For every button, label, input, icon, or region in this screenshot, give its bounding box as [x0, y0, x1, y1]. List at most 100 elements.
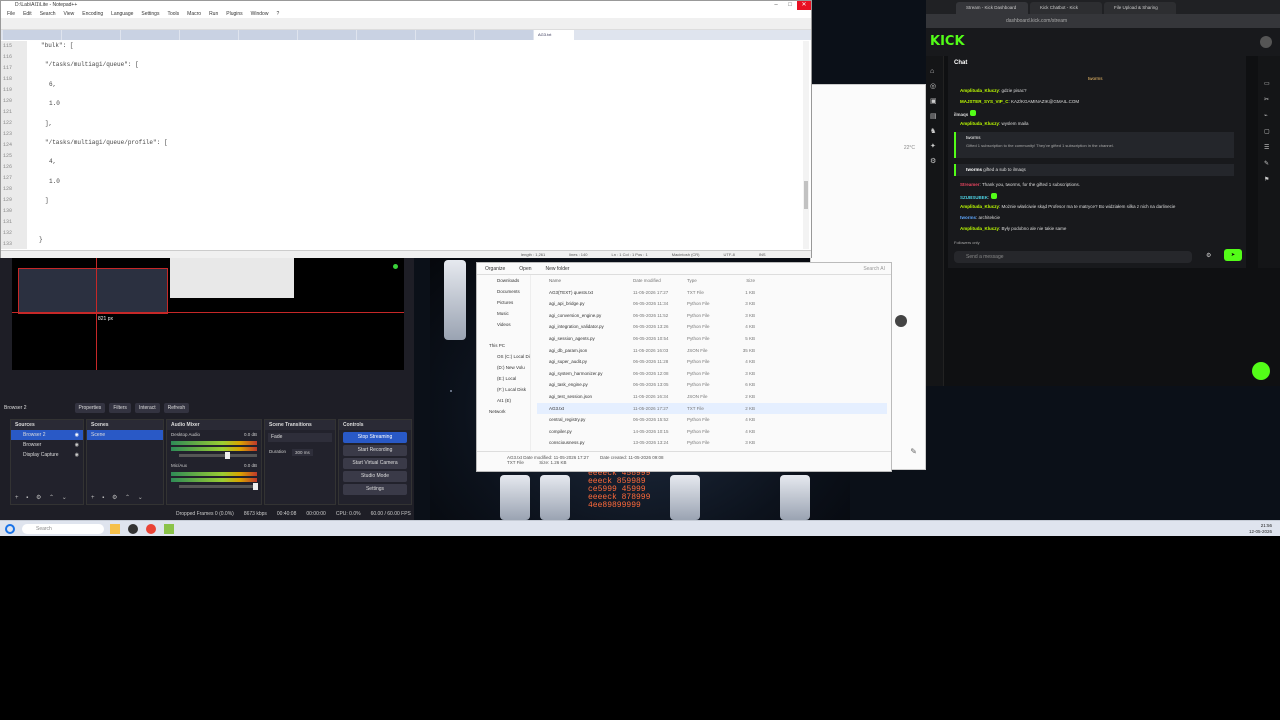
scene-item[interactable]: Scene	[87, 430, 163, 440]
explorer-search-box[interactable]: Search AI	[863, 263, 885, 274]
dashboard-tool-icons[interactable]: ▭ ✂ ⌁ ▢ ☰ ✎ ⚑	[1264, 76, 1274, 188]
scene-controls[interactable]: + ▪ ⚙ ⌃ ⌄	[91, 494, 146, 501]
nav-item-drive[interactable]: AI1 (E)	[477, 395, 530, 406]
send-button[interactable]: ➤	[1224, 249, 1242, 261]
menu-macro[interactable]: Macro	[187, 10, 201, 18]
minimize-button[interactable]: –	[769, 1, 783, 10]
file-row[interactable]: compiler.py 14-05-2026 10:15 Python File 4 …	[537, 426, 887, 438]
nav-item-drive[interactable]: (E:) Local	[477, 373, 530, 384]
duration-input[interactable]: 300 ms	[292, 449, 313, 456]
file-row[interactable]: agi_test_session.json 11-05-2026 16:34 JSO…	[537, 391, 887, 403]
source-item[interactable]: Browser 2 ◉	[11, 430, 83, 440]
menu-plugins[interactable]: Plugins	[226, 10, 242, 18]
menu-run[interactable]: Run	[209, 10, 218, 18]
column-name[interactable]: Name	[537, 275, 633, 287]
eye-icon[interactable]: ◉	[75, 430, 79, 440]
browser-tab[interactable]: File Upload & Sharing	[1104, 2, 1176, 14]
nav-item-drive[interactable]: (F:) Local Disk	[477, 384, 530, 395]
nav-item-downloads[interactable]: Downloads	[477, 275, 530, 286]
nav-item-drive[interactable]: (D:) New Volu	[477, 362, 530, 373]
chat-settings-icon[interactable]: ⚙	[1206, 252, 1211, 259]
chat-username[interactable]: MAJSTER_SYS_VIP_C	[960, 99, 1009, 104]
menu-settings[interactable]: Settings	[141, 10, 159, 18]
pinned-user[interactable]: tworms	[1088, 76, 1103, 81]
file-tab[interactable]	[121, 30, 179, 40]
file-row[interactable]: agi_super_audit.py 06-05-2026 11:28 Python…	[537, 356, 887, 368]
obs-preview[interactable]: 821 px	[12, 258, 404, 370]
maximize-button[interactable]: □	[783, 1, 797, 10]
chat-username[interactable]: tworms	[956, 132, 1234, 143]
file-tab[interactable]	[298, 30, 356, 40]
chat-username[interactable]: SZUBSUBEK	[960, 195, 988, 200]
file-row[interactable]: agi_system_harmonizer.py 06-05-2026 12:08…	[537, 368, 887, 380]
chat-input[interactable]: Send a message	[954, 251, 1192, 263]
kick-browser-window[interactable]: Stream - Kick Dashboard Kick Chatbot - K…	[926, 0, 1280, 386]
file-tab[interactable]	[416, 30, 474, 40]
volume-slider[interactable]	[179, 483, 258, 490]
menu-encoding[interactable]: Encoding	[82, 10, 103, 18]
chat-username[interactable]: Amplituda_Kluczy	[960, 88, 999, 93]
vertical-scrollbar[interactable]	[803, 41, 809, 249]
obs-window[interactable]: 821 px Browser 2 Properties Filters Inte…	[0, 258, 414, 520]
organize-button[interactable]: Organize	[485, 263, 505, 274]
file-row[interactable]: central_registry.py 06-05-2026 15:52 Pytho…	[537, 414, 887, 426]
studio-mode-button[interactable]: Studio Mode	[343, 471, 407, 482]
stop-streaming-button[interactable]: Stop Streaming	[343, 432, 407, 443]
notepad-toolbar[interactable]	[1, 18, 811, 30]
file-explorer-icon[interactable]	[110, 524, 120, 534]
interact-button[interactable]: Interact	[134, 403, 160, 413]
menu-help[interactable]: ?	[276, 10, 279, 18]
notepad-window[interactable]: D:\Lab\AI1\Lite - Notepad++ – □ ✕ File E…	[0, 0, 812, 258]
filters-button[interactable]: Filters	[109, 403, 131, 413]
nav-item-documents[interactable]: Documents	[477, 286, 530, 297]
browser-tab[interactable]: Stream - Kick Dashboard	[956, 2, 1028, 14]
column-date[interactable]: Date modified	[633, 275, 687, 287]
nav-item-music[interactable]: Music	[477, 308, 530, 319]
chat-username[interactable]: Streamer	[960, 182, 980, 187]
eye-icon[interactable]: ◉	[75, 450, 79, 460]
file-row[interactable]: AG3(TEXT) quests.txt 11-05-2026 17:27 TXT …	[537, 287, 887, 299]
help-bubble-icon[interactable]	[1252, 362, 1270, 380]
menu-view[interactable]: View	[64, 10, 75, 18]
sidebar-icons[interactable]: ⌂ ◎ ▣ ▤ ♞ ✦ ⚙	[930, 64, 939, 169]
file-row[interactable]: agi_task_engine.py 06-05-2026 13:05 Python…	[537, 379, 887, 391]
file-row-selected[interactable]: AG3.txt 11-05-2026 17:27 TXT File 2 KB	[537, 402, 887, 415]
taskbar-clock[interactable]: 21:56 12-05-2026	[1249, 523, 1272, 535]
start-recording-button[interactable]: Start Recording	[343, 445, 407, 456]
chat-username[interactable]: tworms	[966, 167, 982, 172]
file-row[interactable]: consciousness.py 13-05-2026 13:24 Python F…	[537, 437, 887, 449]
file-row[interactable]: agi_db_param.json 11-05-2026 16:03 JSON Fi…	[537, 345, 887, 357]
menu-window[interactable]: Window	[251, 10, 269, 18]
close-button[interactable]: ✕	[797, 1, 811, 10]
chat-username[interactable]: ilmaqs	[954, 112, 968, 117]
chat-username[interactable]: Amplituda_Kluczy	[960, 121, 999, 126]
file-tab[interactable]	[62, 30, 120, 40]
address-bar[interactable]: dashboard.kick.com/stream	[926, 14, 1280, 28]
avatar[interactable]	[1260, 36, 1272, 48]
notepad-plus-plus-icon[interactable]	[164, 524, 174, 534]
file-tab[interactable]	[475, 30, 533, 40]
nav-item-this-pc[interactable]: This PC	[477, 340, 530, 351]
menu-file[interactable]: File	[7, 10, 15, 18]
file-tab[interactable]	[3, 30, 61, 40]
file-row[interactable]: agi_session_agents.py 06-05-2026 10:54 Pyt…	[537, 333, 887, 345]
file-row[interactable]: agi_integration_validator.py 06-05-2026 1…	[537, 321, 887, 333]
settings-button[interactable]: Settings	[343, 484, 407, 495]
file-tab-active[interactable]: AG3.txt	[534, 30, 574, 40]
browser-tab[interactable]: Kick Chatbot - Kick	[1030, 2, 1102, 14]
taskbar-search[interactable]: Search	[22, 524, 104, 534]
kick-logo[interactable]: KICK	[930, 34, 965, 49]
nav-item-videos[interactable]: Videos	[477, 319, 530, 330]
source-item[interactable]: Display Capture ◉	[11, 450, 83, 460]
open-button[interactable]: Open	[519, 263, 531, 274]
source-controls[interactable]: + ▪ ⚙ ⌃ ⌄	[15, 494, 70, 501]
menu-tools[interactable]: Tools	[167, 10, 179, 18]
notepad-titlebar[interactable]: D:\Lab\AI1\Lite - Notepad++ – □ ✕	[1, 1, 811, 10]
source-item[interactable]: Browser ◉	[11, 440, 83, 450]
column-type[interactable]: Type	[687, 275, 731, 287]
nav-item-pictures[interactable]: Pictures	[477, 297, 530, 308]
code-editor[interactable]: 115 116 117 118 119 120 121 122 123 124 …	[1, 41, 809, 249]
transition-select[interactable]: Fade	[268, 433, 332, 442]
start-virtual-camera-button[interactable]: Start Virtual Camera	[343, 458, 407, 469]
properties-button[interactable]: Properties	[74, 403, 106, 413]
